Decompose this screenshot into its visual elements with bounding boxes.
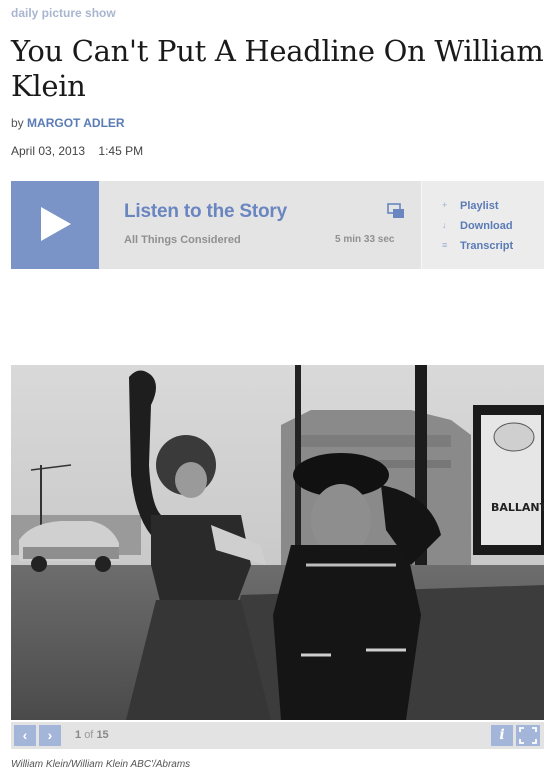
gallery-photo[interactable]: BALLANT — [11, 365, 544, 720]
download-icon: ↓ — [442, 220, 447, 230]
photo-image: BALLANT — [11, 365, 544, 720]
audio-duration: 5 min 33 sec — [335, 234, 395, 245]
photo-counter: 1 of 15 — [75, 729, 109, 741]
previous-photo-button[interactable]: ‹ — [14, 725, 36, 746]
audio-player: Listen to the Story All Things Considere… — [11, 181, 544, 269]
billboard-text: BALLANT — [491, 501, 544, 514]
next-photo-button[interactable]: › — [39, 725, 61, 746]
fullscreen-icon — [519, 727, 537, 744]
fullscreen-button[interactable] — [516, 725, 540, 746]
program-name: All Things Considered — [124, 234, 241, 246]
dateline: April 03, 2013 1:45 PM — [11, 144, 143, 158]
byline: by MARGOT ADLER — [11, 116, 125, 130]
play-button[interactable] — [11, 181, 99, 269]
photo-credit: William Klein/William Klein ABC'/Abrams — [11, 759, 191, 770]
publish-time: 1:45 PM — [98, 144, 144, 158]
plus-icon: + — [442, 200, 448, 210]
player-links: + Playlist ↓ Download ≡ Transcript — [421, 181, 544, 269]
popout-player-icon[interactable] — [387, 203, 405, 219]
playlist-label: Playlist — [460, 200, 499, 212]
photo-counter-separator: of — [84, 729, 94, 741]
play-icon — [41, 207, 71, 241]
publish-date: April 03, 2013 — [11, 144, 86, 158]
listen-title[interactable]: Listen to the Story — [124, 201, 287, 223]
photo-info-button[interactable]: i — [491, 725, 513, 746]
photo-current: 1 — [75, 729, 82, 741]
gallery-controls: ‹ › 1 of 15 i — [11, 722, 544, 749]
section-label[interactable]: daily picture show — [11, 6, 116, 20]
transcript-label: Transcript — [460, 240, 514, 252]
author-link[interactable]: MARGOT ADLER — [27, 116, 125, 130]
headline: You Can't Put A Headline On William Klei… — [11, 34, 544, 103]
transcript-icon: ≡ — [442, 240, 448, 250]
byline-prefix: by — [11, 116, 24, 130]
download-label: Download — [460, 220, 513, 232]
photo-total: 15 — [96, 729, 109, 741]
